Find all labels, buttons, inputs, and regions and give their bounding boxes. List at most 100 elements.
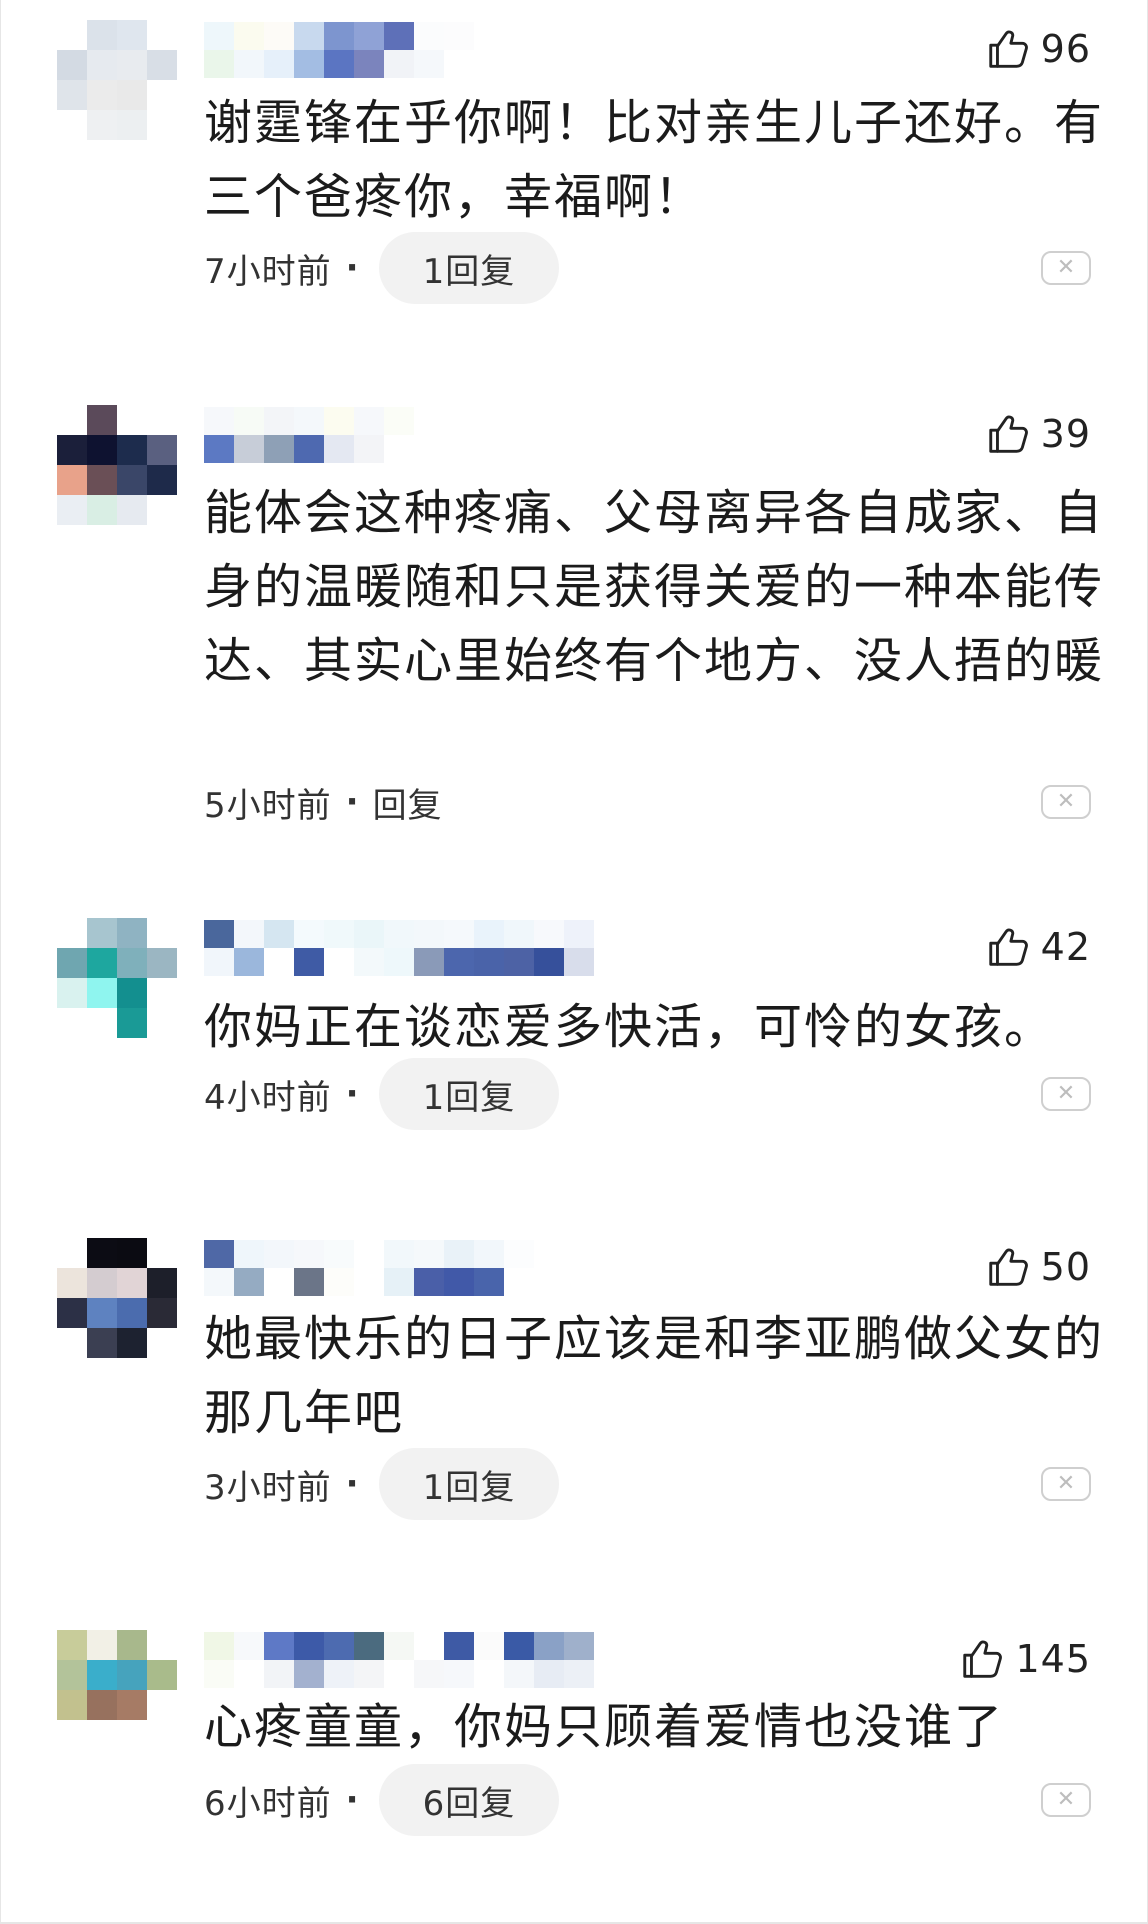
avatar[interactable] [57, 1238, 177, 1358]
username-pixel [474, 1632, 504, 1660]
reply-button[interactable]: 1回复 [378, 232, 560, 304]
avatar-pixel [87, 80, 117, 110]
timestamp: 5小时前 [204, 785, 332, 826]
dismiss-button[interactable]: ✕ [1041, 1783, 1091, 1817]
like-button[interactable]: 50 [985, 1240, 1091, 1294]
avatar-pixel [117, 948, 147, 978]
username-pixel [264, 920, 294, 948]
username-pixel [324, 22, 354, 50]
comment-text: 她最快乐的日子应该是和李亚鹏做父女的那几年吧 [204, 1311, 1105, 1441]
like-button[interactable]: 145 [959, 1632, 1091, 1686]
username-pixel [444, 948, 474, 976]
close-icon: ✕ [1056, 255, 1076, 280]
avatar-pixel [117, 978, 147, 1008]
reply-button[interactable]: 6回复 [378, 1764, 560, 1836]
separator-dot: · [345, 1464, 359, 1504]
avatar-pixel [57, 1328, 87, 1358]
username-pixel [204, 407, 234, 435]
username-pixel [294, 407, 324, 435]
avatar-pixel [147, 465, 177, 495]
username-pixel [204, 948, 234, 976]
username-pixel [564, 948, 594, 976]
comment-meta: 7小时前 · 1回复 [204, 232, 560, 304]
username-pixel [354, 435, 384, 463]
comment-text: 心疼童童，你妈只顾着爱情也没谁了 [204, 1699, 1005, 1755]
username-pixel [324, 1632, 354, 1660]
avatar[interactable] [57, 1630, 177, 1750]
username-pixel [504, 1660, 534, 1688]
username-pixel [324, 407, 354, 435]
avatar-pixel [87, 1238, 117, 1268]
avatar-pixel [147, 1268, 177, 1298]
like-button[interactable]: 42 [985, 920, 1091, 974]
like-button[interactable]: 96 [985, 22, 1091, 76]
avatar-pixel [87, 1690, 117, 1720]
avatar[interactable] [57, 918, 177, 1038]
username-pixel [444, 920, 474, 948]
username-pixel [564, 1632, 594, 1660]
username-pixel [294, 50, 324, 78]
username-masked[interactable] [204, 920, 594, 976]
avatar-pixel [147, 1690, 177, 1720]
dismiss-button[interactable]: ✕ [1041, 251, 1091, 285]
username-pixel [384, 407, 414, 435]
username-pixel [204, 435, 234, 463]
username-masked[interactable] [204, 1632, 594, 1688]
username-pixel [324, 1268, 354, 1296]
avatar-pixel [117, 80, 147, 110]
avatar-pixel [117, 918, 147, 948]
avatar-pixel [57, 20, 87, 50]
timestamp: 4小时前 [204, 1077, 332, 1118]
avatar-pixel [87, 20, 117, 50]
avatar[interactable] [57, 405, 177, 525]
username-masked[interactable] [204, 1240, 534, 1296]
close-icon: ✕ [1056, 1471, 1076, 1496]
username-masked[interactable] [204, 407, 414, 463]
avatar-pixel [117, 1660, 147, 1690]
like-count: 145 [1015, 1637, 1091, 1681]
dismiss-button[interactable]: ✕ [1041, 1467, 1091, 1501]
avatar-pixel [117, 1298, 147, 1328]
username-masked[interactable] [204, 22, 474, 78]
username-pixel [414, 1268, 444, 1296]
username-pixel [204, 1632, 234, 1660]
avatar-pixel [87, 495, 117, 525]
username-pixel [444, 1660, 474, 1688]
avatar-pixel [117, 1690, 147, 1720]
avatar-pixel [117, 1238, 147, 1268]
avatar-pixel [147, 20, 177, 50]
avatar-pixel [147, 1660, 177, 1690]
username-pixel [234, 1268, 264, 1296]
comment-text: 谢霆锋在乎你啊！比对亲生儿子还好。有三个爸疼你，幸福啊！ [204, 95, 1105, 225]
username-pixel [204, 920, 234, 948]
username-pixel [384, 435, 414, 463]
username-pixel [204, 50, 234, 78]
comment-meta: 6小时前 · 6回复 [204, 1764, 560, 1836]
username-pixel [354, 22, 384, 50]
avatar-pixel [57, 80, 87, 110]
username-pixel [414, 1632, 444, 1660]
dismiss-button[interactable]: ✕ [1041, 785, 1091, 819]
reply-button[interactable]: 1回复 [378, 1058, 560, 1130]
reply-button[interactable]: 回复 [373, 778, 443, 827]
separator-dot: · [345, 1780, 359, 1820]
like-button[interactable]: 39 [985, 407, 1091, 461]
dismiss-button[interactable]: ✕ [1041, 1077, 1091, 1111]
thumbs-up-icon [985, 924, 1031, 970]
reply-button[interactable]: 1回复 [378, 1448, 560, 1520]
avatar-pixel [147, 495, 177, 525]
avatar[interactable] [57, 20, 177, 140]
username-pixel [234, 50, 264, 78]
avatar-pixel [57, 495, 87, 525]
username-pixel [384, 1240, 414, 1268]
username-pixel [264, 50, 294, 78]
timestamp: 3小时前 [204, 1467, 332, 1508]
avatar-pixel [147, 1720, 177, 1750]
avatar-pixel [87, 1720, 117, 1750]
username-pixel [294, 1660, 324, 1688]
avatar-pixel [57, 1008, 87, 1038]
avatar-pixel [147, 50, 177, 80]
username-pixel [474, 1268, 504, 1296]
avatar-pixel [87, 978, 117, 1008]
avatar-pixel [117, 405, 147, 435]
